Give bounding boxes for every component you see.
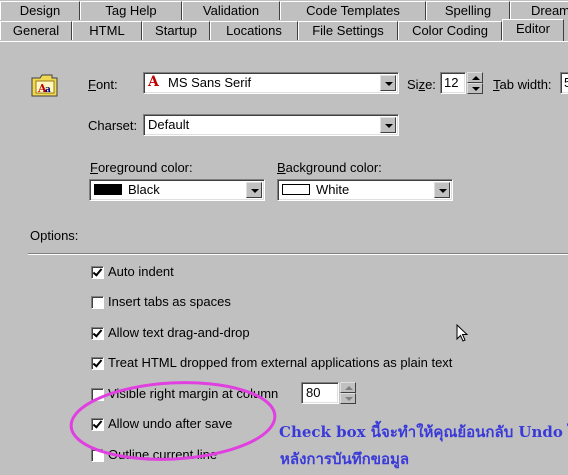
svg-text:a: a — [45, 85, 51, 95]
tab-width-value: 5 — [564, 75, 568, 90]
foreground-swatch — [94, 184, 122, 195]
foreground-color-dropdown[interactable]: Black — [89, 179, 265, 201]
tab-divider — [0, 41, 568, 42]
charset-value: Default — [148, 117, 190, 132]
insert-tabs-label: Insert tabs as spaces — [108, 294, 231, 309]
tab-editor[interactable]: Editor — [502, 19, 564, 41]
charset-label: Charset: — [88, 118, 138, 133]
annotation-line-1: Check box นี้จะทำให้คุณย้อนกลับ Undo ได้ — [279, 423, 568, 441]
font-dropdown[interactable]: A MS Sans Serif — [143, 72, 399, 94]
foreground-value: Black — [128, 182, 160, 197]
drag-drop-checkbox[interactable] — [91, 327, 104, 340]
size-label: Size: — [407, 77, 436, 92]
background-swatch — [282, 184, 310, 195]
tab-color-coding[interactable]: Color Coding — [398, 21, 502, 40]
auto-indent-label: Auto indent — [108, 264, 174, 279]
size-value: 12 — [444, 75, 459, 90]
drag-drop-label: Allow text drag-and-drop — [108, 325, 250, 340]
background-color-dropdown[interactable]: White — [277, 179, 453, 201]
tab-validation[interactable]: Validation — [182, 1, 280, 20]
font-folder-icon: A a — [30, 72, 60, 98]
font-value: MS Sans Serif — [168, 75, 252, 90]
options-divider-highlight — [28, 254, 568, 255]
tab-spelling[interactable]: Spelling — [426, 1, 510, 20]
chevron-down-icon[interactable] — [380, 75, 396, 91]
chevron-down-icon[interactable] — [246, 182, 262, 198]
right-margin-input[interactable]: 80 — [301, 382, 339, 404]
tab-locations[interactable]: Locations — [210, 21, 298, 40]
auto-indent-checkbox[interactable] — [91, 266, 104, 279]
tab-startup[interactable]: Startup — [142, 21, 210, 40]
insert-tabs-checkbox[interactable] — [91, 296, 104, 309]
options-label: Options: — [30, 228, 79, 243]
tab-general[interactable]: General — [0, 21, 72, 40]
font-type-icon: A — [148, 74, 159, 90]
size-down-icon[interactable] — [467, 83, 483, 94]
annotation-line-2: หลังการบันทึกขอมูล — [280, 450, 410, 468]
tab-width-input[interactable]: 5 — [560, 72, 568, 94]
size-up-icon[interactable] — [467, 72, 483, 83]
tab-row-bottom: General HTML Startup Locations File Sett… — [0, 19, 568, 43]
treat-html-checkbox[interactable] — [91, 357, 104, 370]
right-margin-value: 80 — [306, 385, 321, 400]
charset-dropdown[interactable]: Default — [143, 114, 399, 136]
chevron-down-icon[interactable] — [434, 182, 450, 198]
font-label: Font: — [88, 77, 118, 92]
background-label: Background color: — [277, 160, 382, 175]
tab-width-label: Tab width: — [493, 77, 552, 92]
tab-row-top: Design Tag Help Validation Code Template… — [0, 1, 568, 21]
treat-html-label: Treat HTML dropped from external applica… — [108, 355, 453, 370]
mouse-cursor-icon — [456, 323, 470, 344]
tab-code-templates[interactable]: Code Templates — [280, 1, 426, 20]
tab-file-settings[interactable]: File Settings — [298, 21, 398, 40]
tab-tag-help[interactable]: Tag Help — [80, 1, 182, 20]
annotation-highlight-ellipse — [66, 378, 280, 464]
tab-html[interactable]: HTML — [72, 21, 142, 40]
background-value: White — [316, 182, 350, 197]
chevron-down-icon[interactable] — [380, 117, 396, 133]
foreground-label: Foreground color: — [90, 160, 193, 175]
tab-design[interactable]: Design — [0, 1, 80, 20]
tab-dream[interactable]: Dream — [510, 1, 568, 20]
size-input[interactable]: 12 — [440, 72, 466, 94]
margin-down-icon[interactable] — [340, 393, 356, 404]
margin-up-icon[interactable] — [340, 382, 356, 393]
